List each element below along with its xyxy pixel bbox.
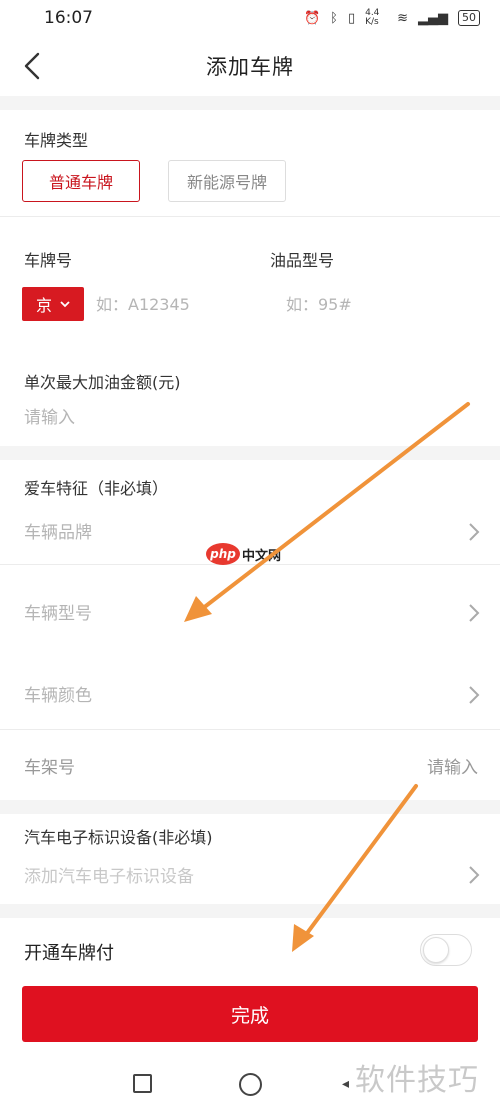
max-amount-label: 单次最大加油金额(元): [24, 373, 181, 392]
vehicle-color-row[interactable]: 车辆颜色: [0, 668, 500, 724]
status-icons: ⏰ ᛒ ▯ 4.4 K/s ≋ ▂▄▆ 50: [304, 9, 480, 27]
section-gap: [0, 96, 500, 110]
frame-number-label: 车架号: [24, 758, 75, 778]
plate-pay-toggle[interactable]: [420, 934, 472, 966]
signal-icon: ▂▄▆: [418, 10, 448, 26]
section-gap: [0, 800, 500, 814]
chevron-down-icon: [60, 300, 70, 307]
back-arrow-icon[interactable]: [18, 48, 50, 84]
home-icon[interactable]: [239, 1073, 262, 1096]
corner-watermark: 软件技巧: [355, 1063, 479, 1098]
car-features-label: 爱车特征（非必填）: [24, 479, 169, 498]
status-time: 16:07: [44, 8, 93, 28]
divider: [0, 564, 500, 565]
vibrate-icon: ▯: [347, 10, 356, 26]
divider: [0, 216, 500, 217]
recent-apps-icon[interactable]: [133, 1074, 152, 1093]
max-amount-input[interactable]: [24, 404, 324, 432]
vehicle-model-row[interactable]: 车辆型号: [0, 586, 500, 642]
toggle-knob: [423, 937, 449, 963]
province-value: 京: [35, 296, 52, 315]
vehicle-brand-label: 车辆品牌: [24, 523, 92, 543]
chevron-right-icon: [469, 523, 480, 541]
province-selector[interactable]: 京: [22, 287, 84, 321]
page-title: 添加车牌: [206, 55, 294, 79]
fuel-type-input[interactable]: [286, 290, 466, 318]
submit-button[interactable]: 完成: [22, 986, 478, 1042]
site-watermark-text: 中文网: [242, 549, 282, 564]
chevron-right-icon: [469, 604, 480, 622]
nav-back-icon[interactable]: ◂: [342, 1076, 349, 1092]
plate-pay-label: 开通车牌付: [24, 943, 114, 964]
vehicle-model-label: 车辆型号: [24, 604, 92, 624]
alarm-icon: ⏰: [303, 10, 321, 26]
etc-device-placeholder: 添加汽车电子标识设备: [24, 867, 194, 887]
plate-type-label: 车牌类型: [24, 131, 89, 150]
plate-type-new-energy-button[interactable]: 新能源号牌: [168, 160, 286, 202]
vehicle-color-label: 车辆颜色: [24, 686, 92, 706]
plate-number-label: 车牌号: [24, 251, 73, 270]
fuel-type-label: 油品型号: [270, 251, 335, 270]
chevron-right-icon: [469, 686, 480, 704]
status-bar: 16:07 ⏰ ᛒ ▯ 4.4 K/s ≋ ▂▄▆ 50: [0, 0, 500, 36]
etc-device-label: 汽车电子标识设备(非必填): [24, 828, 213, 847]
plate-number-input[interactable]: [96, 290, 256, 318]
plate-type-normal-button[interactable]: 普通车牌: [22, 160, 140, 202]
network-speed: 4.4 K/s: [365, 8, 380, 27]
etc-device-row[interactable]: 添加汽车电子标识设备: [0, 852, 500, 896]
bluetooth-icon: ᛒ: [330, 10, 338, 26]
frame-number-placeholder: 请输入: [427, 758, 478, 778]
wifi-icon: ≋: [397, 10, 408, 26]
section-gap: [0, 904, 500, 918]
chevron-right-icon: [469, 866, 480, 884]
frame-number-row[interactable]: 车架号 请输入: [0, 738, 500, 794]
battery-icon: 50: [458, 10, 480, 26]
divider: [0, 729, 500, 730]
section-gap: [0, 446, 500, 460]
page-header: 添加车牌: [0, 36, 500, 96]
php-logo-watermark: php: [206, 543, 240, 565]
